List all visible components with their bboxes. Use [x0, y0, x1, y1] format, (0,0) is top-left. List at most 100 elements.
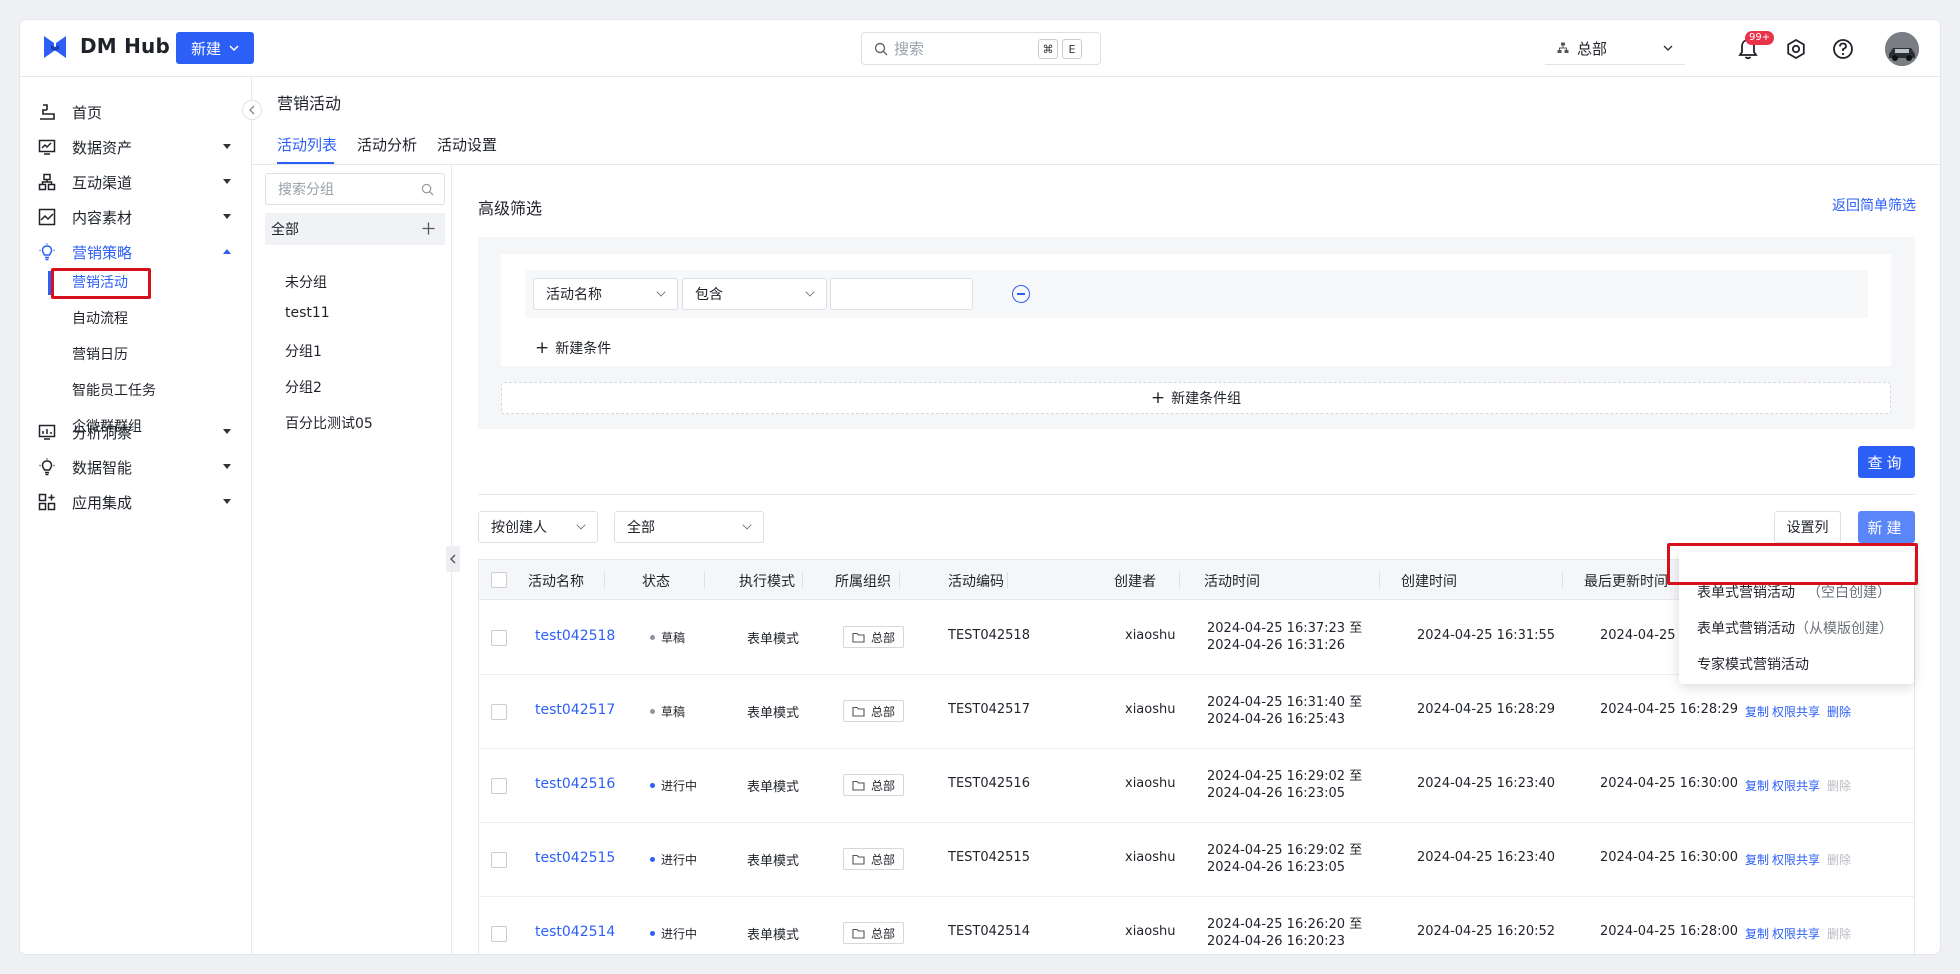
sidebar-collapse-button[interactable]	[242, 100, 262, 120]
creator-filter-select[interactable]: 按创建人	[478, 511, 598, 543]
sidebar-item-data-intelligence[interactable]: 数据智能	[20, 447, 252, 487]
sidebar-item-channels[interactable]: 互动渠道	[20, 162, 252, 202]
table-row[interactable]: test042514 进行中 表单模式 总部 TEST042514 xiaoshu 2024…	[479, 897, 1914, 954]
share-permission-link[interactable]: 权限共享	[1772, 703, 1820, 720]
sidebar-item-analytics[interactable]: 分析洞察	[20, 412, 252, 452]
campaign-name-link[interactable]: test042516	[535, 776, 615, 792]
sidebar-subitem-ai-staff-tasks[interactable]: 智能员工任务	[20, 373, 252, 407]
settings-gear-icon[interactable]	[1783, 36, 1809, 62]
status-dot	[650, 635, 655, 640]
row-checkbox[interactable]	[491, 630, 507, 646]
column-header[interactable]: 执行模式	[739, 571, 795, 591]
menu-item-form-blank[interactable]: 表单式营销活动 （空白创建）	[1697, 582, 1891, 602]
column-header[interactable]: 活动编码	[948, 571, 1004, 591]
column-header[interactable]: 创建者	[1114, 571, 1156, 591]
add-condition-button[interactable]: + 新建条件	[535, 338, 611, 358]
column-divider	[899, 572, 900, 588]
campaign-name-link[interactable]: test042515	[535, 850, 615, 866]
table-row[interactable]: test042517 草稿 表单模式 总部 TEST042517 xiaoshu 2024-…	[479, 675, 1914, 749]
row-checkbox[interactable]	[491, 926, 507, 942]
campaign-name-link[interactable]: test042518	[535, 628, 615, 644]
created-time: 2024-04-25 16:23:40	[1417, 776, 1556, 791]
campaign-time-end: 2024-04-26 16:20:23	[1207, 934, 1346, 949]
campaign-name-link[interactable]: test042514	[535, 924, 615, 940]
select-all-checkbox[interactable]	[491, 572, 507, 588]
execution-mode: 表单模式	[747, 928, 800, 943]
section-divider	[478, 494, 1915, 495]
condition-value-input[interactable]	[830, 278, 973, 310]
copy-link[interactable]: 复制	[1745, 777, 1769, 794]
creator-filter-value: 按创建人	[491, 520, 547, 536]
tab-campaign-list[interactable]: 活动列表	[277, 134, 337, 155]
table-row[interactable]: test042515 进行中 表单模式 总部 TEST042515 xiaoshu 2024…	[479, 823, 1914, 897]
delete-link[interactable]: 删除	[1827, 925, 1851, 942]
add-condition-label: 新建条件	[555, 341, 612, 357]
org-tag-label: 总部	[871, 926, 896, 941]
global-new-button[interactable]: 新建	[176, 32, 254, 64]
condition-operator-value: 包含	[695, 287, 723, 303]
group-item[interactable]: 百分比测试05	[285, 413, 373, 433]
caret-down-icon	[223, 179, 231, 184]
plus-icon[interactable]	[422, 222, 435, 235]
group-item[interactable]: 分组2	[285, 377, 322, 397]
copy-link[interactable]: 复制	[1745, 703, 1769, 720]
scope-filter-select[interactable]: 全部	[614, 511, 764, 543]
share-permission-link[interactable]: 权限共享	[1772, 777, 1820, 794]
plus-icon: +	[1150, 388, 1166, 408]
status-dot	[650, 783, 655, 788]
condition-operator-select[interactable]: 包含	[682, 278, 827, 310]
column-header[interactable]: 所属组织	[835, 571, 891, 591]
delete-link[interactable]: 删除	[1827, 851, 1851, 868]
group-search-input[interactable]: 搜索分组	[265, 173, 445, 205]
org-selector[interactable]: 总部	[1545, 32, 1685, 65]
sidebar-item-content[interactable]: 内容素材	[20, 197, 252, 237]
home-icon	[40, 104, 55, 120]
copy-link[interactable]: 复制	[1745, 925, 1769, 942]
panel-resize-handle[interactable]	[446, 546, 460, 572]
campaign-code: TEST042515	[948, 850, 1030, 865]
menu-item-form-template[interactable]: 表单式营销活动（从模版创建）	[1697, 618, 1893, 638]
share-permission-link[interactable]: 权限共享	[1772, 925, 1820, 942]
sidebar-subitem-auto-flow[interactable]: 自动流程	[20, 301, 252, 335]
column-header[interactable]: 创建时间	[1401, 571, 1457, 591]
tab-campaign-analysis[interactable]: 活动分析	[357, 134, 417, 155]
group-item-all[interactable]: 全部	[265, 213, 445, 245]
copy-link[interactable]: 复制	[1745, 851, 1769, 868]
campaign-name-link[interactable]: test042517	[535, 702, 615, 718]
condition-field-select[interactable]: 活动名称	[533, 278, 678, 310]
column-header[interactable]: 活动名称	[528, 571, 584, 591]
back-to-simple-filter-link[interactable]: 返回简单筛选	[1832, 195, 1916, 215]
delete-link[interactable]: 删除	[1827, 703, 1851, 720]
sidebar-item-home[interactable]: 首页	[20, 92, 252, 132]
user-avatar[interactable]	[1885, 32, 1919, 66]
column-header[interactable]: 状态	[642, 571, 670, 591]
column-header[interactable]: 活动时间	[1204, 571, 1260, 591]
table-row[interactable]: test042516 进行中 表单模式 总部 TEST042516 xiaoshu 2024…	[479, 749, 1914, 823]
row-checkbox[interactable]	[491, 704, 507, 720]
menu-item-expert-mode[interactable]: 专家模式营销活动	[1697, 654, 1809, 674]
row-checkbox[interactable]	[491, 852, 507, 868]
share-permission-link[interactable]: 权限共享	[1772, 851, 1820, 868]
analytics-icon	[38, 424, 56, 440]
global-search-input[interactable]: 搜索 ⌘ E	[861, 32, 1101, 65]
help-icon[interactable]	[1830, 36, 1856, 62]
tab-campaign-settings[interactable]: 活动设置	[437, 134, 497, 155]
chevron-down-icon	[805, 287, 815, 297]
column-header[interactable]: 最后更新时间	[1584, 571, 1668, 591]
add-condition-group-button[interactable]: + 新建条件组	[501, 382, 1891, 414]
group-item[interactable]: 分组1	[285, 341, 322, 361]
remove-condition-icon[interactable]	[1012, 285, 1030, 303]
sidebar-item-label: 分析洞察	[72, 423, 133, 442]
new-campaign-button[interactable]: 新建	[1858, 511, 1915, 543]
sidebar-item-label: 数据智能	[72, 458, 133, 477]
sidebar-subitem-marketing-calendar[interactable]: 营销日历	[20, 337, 252, 371]
row-checkbox[interactable]	[491, 778, 507, 794]
group-item[interactable]: 未分组	[285, 272, 327, 292]
campaign-time-end: 2024-04-26 16:23:05	[1207, 786, 1346, 801]
set-columns-button[interactable]: 设置列	[1774, 511, 1841, 543]
group-item[interactable]: test11	[285, 305, 330, 321]
sidebar-item-app-integration[interactable]: 应用集成	[20, 482, 252, 522]
query-button[interactable]: 查询	[1858, 446, 1915, 478]
delete-link[interactable]: 删除	[1827, 777, 1851, 794]
sidebar-item-data-assets[interactable]: 数据资产	[20, 127, 252, 167]
